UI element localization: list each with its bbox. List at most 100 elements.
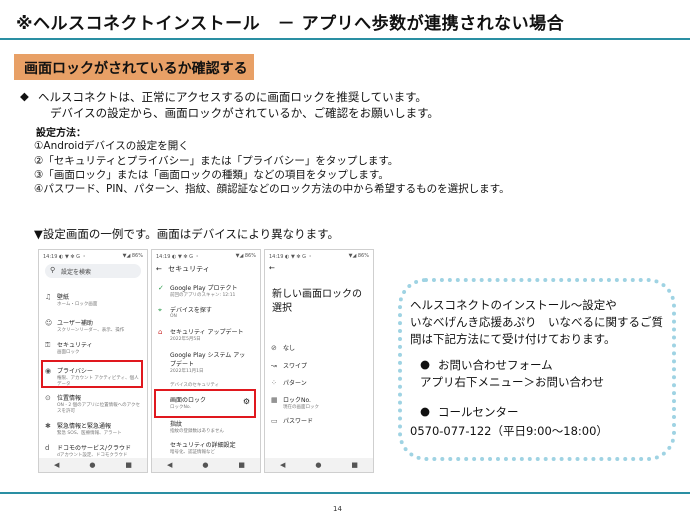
item-label: セキュリティ: [57, 342, 93, 349]
status-battery: ▼◢ 86%: [348, 253, 369, 259]
back-icon[interactable]: ◀: [54, 461, 59, 469]
diamond-bullet-icon: ◆: [20, 89, 29, 103]
item-label: セキュリティ アップデート: [170, 329, 244, 336]
android-nav-bar: ◀ ● ■: [265, 458, 373, 472]
palette-icon: ♫: [45, 293, 52, 301]
accessibility-icon: ☺: [45, 319, 53, 327]
item-label: Google Play システム アップデート: [170, 352, 246, 368]
footer-divider: [0, 492, 690, 494]
pattern-icon: ⁘: [271, 379, 277, 387]
find-device-icon: ⌖: [158, 306, 162, 314]
item-sub: 前回のアプリのスキャン: 12:11: [170, 293, 236, 298]
home-icon[interactable]: ●: [315, 461, 321, 469]
status-time: 14:19 ◐ ▼ ✻ G ・: [156, 254, 200, 260]
status-time: 14:19 ◐ ▼ ✻ G ・: [43, 254, 87, 260]
android-nav-bar: ◀ ● ■: [39, 458, 147, 472]
step-2: ②「セキュリティとプライバシー」または「プライバシー」をタップします。: [34, 155, 399, 167]
shield-check-icon: ✓: [158, 284, 164, 292]
emergency-icon: ✱: [45, 422, 51, 430]
privacy-highlight: [41, 360, 143, 388]
step-4: ④パスワード、PIN、パターン、指紋、顔認証などのロック方法の中から希望するもの…: [34, 183, 510, 195]
contact-form-path: アプリ右下メニュー＞お問い合わせ: [420, 375, 604, 389]
item-label: デバイスを探す: [170, 307, 212, 314]
info-line-2: いなべげんき応援あぷり いなべるに関するご質: [410, 315, 663, 329]
lock-icon: ⚿: [45, 341, 51, 349]
option-label: パスワード: [283, 418, 314, 425]
item-sub: 画面ロック: [57, 350, 80, 355]
item-label: 位置情報: [57, 395, 82, 402]
back-icon[interactable]: ◀: [280, 461, 285, 469]
status-bar: 14:19 ◐ ▼ ✻ G ・ ▼◢ 86%: [269, 253, 369, 260]
step-3: ③「画面ロック」または「画面ロックの種類」などの項目をタップします。: [34, 169, 389, 181]
item-sub: ON: [170, 314, 177, 319]
item-label: Google Play プロテクト: [170, 285, 238, 292]
bullet-dot-icon: ●: [420, 357, 431, 371]
status-bar: 14:19 ◐ ▼ ✻ G ・ ▼◢ 86%: [156, 253, 256, 260]
option-label: パターン: [283, 380, 307, 387]
search-placeholder: 設定を検索: [61, 269, 92, 276]
example-note: ▼設定画面の一例です。画面はデバイスにより異なります。: [34, 227, 339, 241]
back-icon[interactable]: ◀: [167, 461, 172, 469]
item-sub: スクリーンリーダー、表示、操作: [57, 328, 125, 333]
section-label: デバイスのセキュリティ: [170, 383, 220, 388]
how-to-label: 設定方法：: [36, 128, 86, 139]
option-label: ロックNo.: [283, 397, 311, 404]
call-center-label: コールセンター: [438, 405, 519, 419]
call-center-phone: 0570-077-122（平日9:00～18:00）: [410, 424, 608, 438]
back-arrow-icon[interactable]: ←: [269, 264, 369, 272]
android-nav-bar: ◀ ● ■: [152, 458, 260, 472]
title-divider: [0, 38, 690, 40]
option-sub: 現在の画面ロック: [283, 405, 319, 410]
option-label: スワイプ: [283, 363, 308, 370]
recent-apps-icon[interactable]: ■: [125, 461, 132, 469]
step-1: ①Androidデバイスの設定を開く: [34, 140, 189, 152]
item-label: ドコモのサービス/クラウド: [57, 445, 132, 452]
back-arrow-icon[interactable]: ←: [156, 265, 162, 273]
docomo-icon: d: [45, 444, 50, 452]
none-icon: ⊘: [271, 344, 277, 352]
item-label: ユーザー補助: [57, 320, 93, 327]
item-label: セキュリティの詳細設定: [170, 442, 236, 449]
location-icon: ⊙: [45, 394, 51, 402]
section-heading-box: 画面ロックがされているか確認する: [14, 54, 254, 80]
item-label: 指紋: [170, 421, 183, 428]
password-icon: ▭: [271, 417, 278, 425]
item-sub: 2022年5月5日: [170, 337, 201, 342]
settings-search-input[interactable]: ⚲ 設定を検索: [45, 264, 141, 278]
item-sub: 緊急 SOS、医療情報、アラート: [57, 431, 122, 436]
item-sub: 2022年11月1日: [170, 369, 204, 374]
page-number: 14: [333, 505, 342, 513]
contact-form-label: お問い合わせフォーム: [438, 358, 553, 372]
intro-line-1: ヘルスコネクトは、正常にアクセスするのに画面ロックを推奨しています。: [38, 90, 427, 104]
recent-apps-icon[interactable]: ■: [351, 461, 358, 469]
update-icon: ⌂: [158, 328, 163, 336]
status-time: 14:19 ◐ ▼ ✻ G ・: [269, 254, 313, 260]
home-icon[interactable]: ●: [202, 461, 208, 469]
section-heading: 画面ロックがされているか確認する: [24, 61, 248, 77]
swipe-icon: ↝: [271, 362, 277, 370]
item-label: 緊急情報と緊急通報: [57, 423, 112, 430]
phone-screenshot-security: 14:19 ◐ ▼ ✻ G ・ ▼◢ 86% ← セキュリティ ✓ Google…: [151, 249, 261, 473]
screen-lock-highlight: [154, 389, 256, 418]
item-sub: 暗号化、認証情報など: [170, 450, 215, 455]
screen-title: セキュリティ: [168, 265, 210, 273]
item-sub: 指紋の登録数はありません: [170, 429, 224, 434]
item-sub: ON - 2 個のアプリに位置情報へのアクセスを許可: [57, 403, 140, 414]
pin-icon: ▦: [271, 396, 278, 404]
item-label: 壁紙: [57, 294, 70, 301]
item-sub: ホーム・ロック画面: [57, 302, 98, 307]
status-battery: ▼◢ 86%: [235, 253, 256, 259]
recent-apps-icon[interactable]: ■: [238, 461, 245, 469]
info-line-3: 問は下記方法にて受け付けております。: [410, 332, 616, 346]
lock-select-heading: 新しい画面ロックの選択: [272, 289, 362, 314]
security-header: ← セキュリティ: [156, 264, 256, 274]
option-label: なし: [283, 345, 296, 352]
home-icon[interactable]: ●: [89, 461, 95, 469]
phone-screenshot-lock-select: 14:19 ◐ ▼ ✻ G ・ ▼◢ 86% ← 新しい画面ロックの選択 ⊘ な…: [264, 249, 374, 473]
info-line-1: ヘルスコネクトのインストール～設定や: [410, 298, 617, 312]
phone-screenshot-settings: 14:19 ◐ ▼ ✻ G ・ ▼◢ 86% ⚲ 設定を検索 ♫ 壁紙 ホーム・ロ…: [38, 249, 148, 473]
intro-line-2: デバイスの設定から、画面ロックがされているか、ご確認をお願いします。: [50, 106, 439, 120]
bullet-dot-icon: ●: [420, 404, 431, 418]
status-battery: ▼◢ 86%: [122, 253, 143, 259]
status-bar: 14:19 ◐ ▼ ✻ G ・ ▼◢ 86%: [43, 253, 143, 260]
